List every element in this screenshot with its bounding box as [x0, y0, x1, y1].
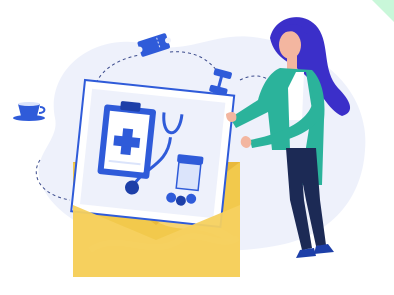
medical-mail-illustration	[13, 0, 394, 277]
face	[279, 31, 301, 59]
shoe-left	[296, 248, 316, 258]
medical-card	[70, 78, 236, 229]
clipboard-icon	[97, 101, 156, 179]
coffee-cup-icon	[13, 102, 46, 121]
corner-accent-shape	[372, 0, 394, 22]
